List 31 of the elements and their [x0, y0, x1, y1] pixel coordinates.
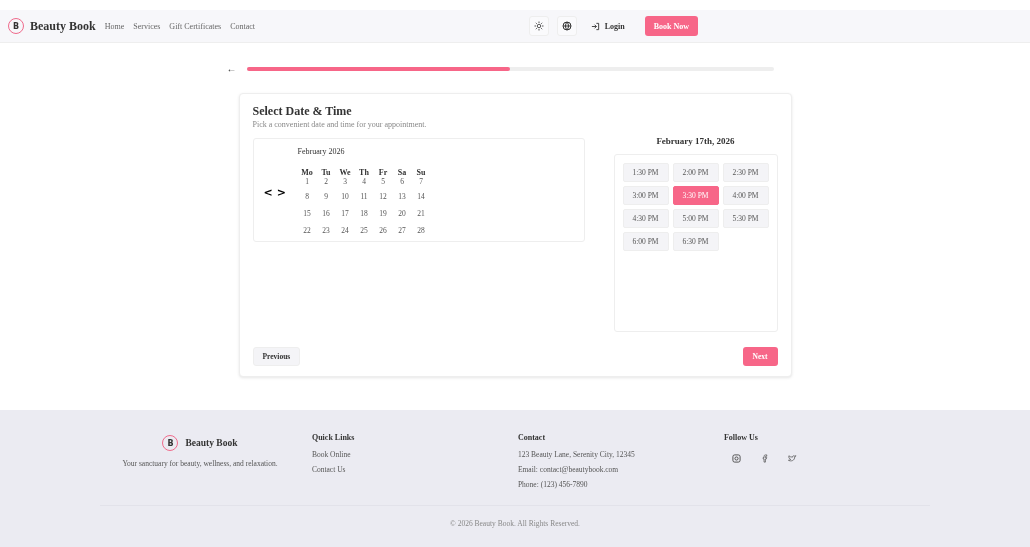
card-title: Select Date & Time	[252, 104, 353, 119]
footer-heading: Quick Links	[311, 433, 356, 442]
theme-toggle-button[interactable]	[528, 16, 549, 36]
weekday-label: Fr	[377, 168, 389, 177]
weekday-label: Th	[358, 168, 370, 177]
back-button[interactable]: ←	[226, 63, 237, 74]
globe-icon	[561, 21, 572, 31]
login-button[interactable]: Login	[584, 20, 631, 32]
nav-link[interactable]: Gift Certificates	[169, 21, 222, 31]
weekday-label: Su	[415, 168, 427, 177]
twitter-icon[interactable]	[787, 454, 797, 463]
card-subtitle: Pick a convenient date and time for your appointment.	[252, 120, 428, 129]
weekday-label: Tu	[320, 168, 332, 177]
nav-link[interactable]: Services	[133, 21, 161, 31]
weekday-label: We	[338, 168, 352, 177]
sun-icon	[533, 21, 544, 31]
brand-name[interactable]: Beauty Book	[30, 18, 96, 34]
previous-month-button[interactable]: <	[263, 186, 273, 199]
nav-link[interactable]: Contact	[230, 21, 255, 31]
language-button[interactable]	[556, 16, 577, 36]
footer-heading: Follow Us	[723, 433, 759, 442]
login-icon	[590, 21, 600, 31]
selected-date-heading: February 17th, 2026	[656, 136, 735, 146]
weekday-label: Sa	[396, 168, 408, 177]
nav-link[interactable]: Home	[104, 21, 125, 31]
footer-heading: Contact	[517, 433, 547, 442]
calendar-month: February 2026	[297, 147, 346, 156]
footer-brand-name: Beauty Book	[185, 438, 238, 448]
instagram-icon[interactable]	[731, 454, 741, 463]
weekday-label: Mo	[300, 168, 314, 177]
next-month-button[interactable]: >	[276, 186, 286, 199]
